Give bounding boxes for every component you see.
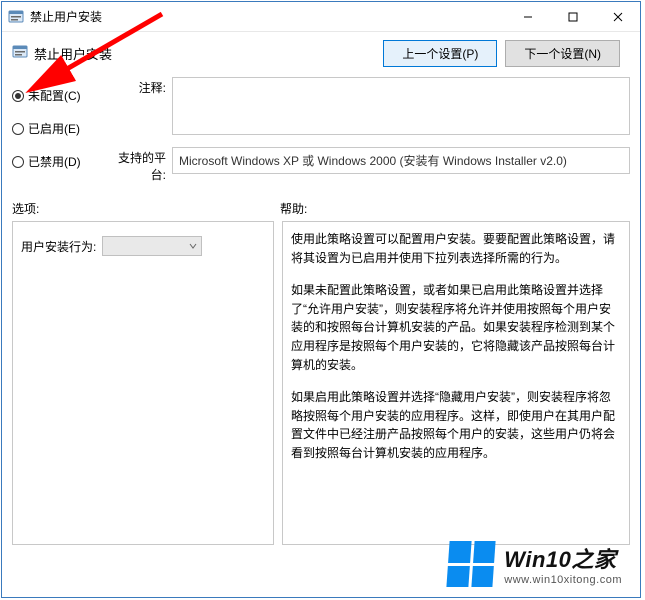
section-labels: 选项: 帮助: xyxy=(2,186,640,221)
help-pane: 使用此策略设置可以配置用户安装。要要配置此策略设置，请将其设置为已启用并使用下拉… xyxy=(282,221,630,545)
maximize-button[interactable] xyxy=(550,2,595,31)
next-setting-button[interactable]: 下一个设置(N) xyxy=(505,40,620,67)
help-label: 帮助: xyxy=(280,200,630,217)
chevron-down-icon xyxy=(189,239,197,253)
windows-logo-icon xyxy=(447,541,496,587)
user-install-behavior-row: 用户安装行为: xyxy=(21,236,265,256)
radio-not-configured[interactable]: 未配置(C) xyxy=(12,87,94,104)
behavior-dropdown[interactable] xyxy=(102,236,202,256)
radio-icon xyxy=(12,156,24,168)
bottom-panes: 用户安装行为: 使用此策略设置可以配置用户安装。要要配置此策略设置，请将其设置为… xyxy=(2,221,640,555)
app-icon xyxy=(8,9,24,25)
watermark-text: Win10之家 www.win10xitong.com xyxy=(504,542,622,586)
state-radios: 未配置(C) 已启用(E) 已禁用(D) xyxy=(12,77,94,186)
comment-input[interactable] xyxy=(172,77,630,135)
prev-setting-button[interactable]: 上一个设置(P) xyxy=(383,40,497,67)
comment-row: 注释: xyxy=(104,77,630,135)
radio-icon xyxy=(12,90,24,102)
config-section: 未配置(C) 已启用(E) 已禁用(D) 注释: 支持的平台: Microsof… xyxy=(2,77,640,186)
policy-editor-window: 禁止用户安装 禁止用户安装 xyxy=(1,1,641,598)
nav-buttons: 上一个设置(P) 下一个设置(N) xyxy=(383,40,630,67)
close-button[interactable] xyxy=(595,2,640,31)
watermark-name: Win10之家 xyxy=(504,542,622,574)
comment-label: 注释: xyxy=(104,77,166,96)
policy-heading-text: 禁止用户安装 xyxy=(34,44,112,63)
policy-heading: 禁止用户安装 xyxy=(12,44,112,63)
radio-enabled[interactable]: 已启用(E) xyxy=(12,120,94,137)
window-title: 禁止用户安装 xyxy=(30,8,102,25)
platform-row: 支持的平台: Microsoft Windows XP 或 Windows 20… xyxy=(104,147,630,183)
behavior-label: 用户安装行为: xyxy=(21,238,96,255)
platform-label: 支持的平台: xyxy=(104,147,166,183)
minimize-button[interactable] xyxy=(505,2,550,31)
options-pane: 用户安装行为: xyxy=(12,221,274,545)
radio-icon xyxy=(12,123,24,135)
policy-icon xyxy=(12,44,28,63)
header-row: 禁止用户安装 上一个设置(P) 下一个设置(N) xyxy=(2,32,640,77)
window-controls xyxy=(505,2,640,31)
radio-disabled[interactable]: 已禁用(D) xyxy=(12,153,94,170)
watermark-url: www.win10xitong.com xyxy=(504,574,622,586)
options-label: 选项: xyxy=(12,200,280,217)
watermark: Win10之家 www.win10xitong.com xyxy=(448,541,622,587)
help-paragraph: 使用此策略设置可以配置用户安装。要要配置此策略设置，请将其设置为已启用并使用下拉… xyxy=(291,230,621,267)
help-paragraph: 如果未配置此策略设置，或者如果已启用此策略设置并选择了“允许用户安装”，则安装程… xyxy=(291,281,621,374)
platform-value: Microsoft Windows XP 或 Windows 2000 (安装有… xyxy=(172,147,630,174)
fields-col: 注释: 支持的平台: Microsoft Windows XP 或 Window… xyxy=(104,77,630,186)
titlebar: 禁止用户安装 xyxy=(2,2,640,32)
help-paragraph: 如果启用此策略设置并选择“隐藏用户安装”，则安装程序将忽略按照每个用户安装的应用… xyxy=(291,388,621,462)
